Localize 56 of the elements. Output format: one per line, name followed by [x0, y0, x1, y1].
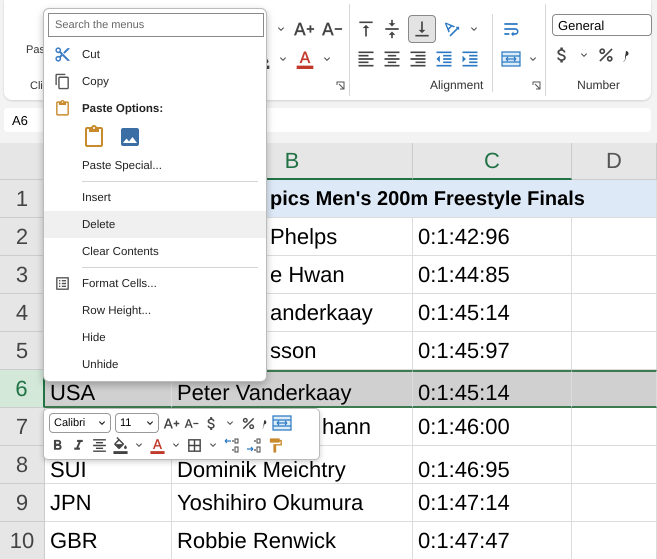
group-label: Cli	[30, 80, 43, 92]
search-field[interactable]: Search the menus	[48, 13, 264, 37]
paste-picture-icon[interactable]	[118, 125, 142, 149]
menu-item[interactable]: Copy	[44, 68, 266, 95]
table-cell: 0:1:46:95	[413, 446, 572, 484]
bottom-align-icon[interactable]	[408, 15, 436, 43]
table-cell: 0:1:46:00	[413, 408, 572, 446]
group-label: Alignment	[430, 78, 484, 92]
font-color-icon[interactable]	[149, 436, 166, 454]
row-header[interactable]: 2	[0, 218, 45, 256]
paste-icon[interactable]	[82, 125, 106, 149]
align-center-icon[interactable]	[382, 49, 402, 69]
table-cell: 0:1:44:85	[413, 256, 572, 294]
align-center-icon[interactable]	[91, 436, 108, 454]
row-header[interactable]: 7	[0, 408, 45, 446]
number-format-dropdown[interactable]: General	[552, 14, 652, 36]
fill-color-icon[interactable]	[112, 436, 129, 454]
dialog-launcher-icon[interactable]	[336, 81, 345, 90]
row-header[interactable]: 4	[0, 294, 45, 332]
table-cell: 0:1:47:14	[413, 484, 572, 522]
menu-item[interactable]: Cut	[44, 41, 266, 68]
table-cell: 0:1:45:14	[413, 370, 572, 408]
clipboard-icon	[54, 100, 71, 117]
row-header[interactable]: 6	[0, 370, 45, 408]
row-header[interactable]: 9	[0, 484, 45, 522]
table-cell: 0:1:45:97	[413, 332, 572, 370]
table-cell: 0:1:42:96	[413, 218, 572, 256]
table-cell: 0:1:45:14	[413, 294, 572, 332]
copy-icon	[54, 73, 71, 90]
decrease-decimal-icon[interactable]	[223, 437, 241, 453]
borders-icon[interactable]	[186, 436, 203, 454]
row-header[interactable]: 3	[0, 256, 45, 294]
align-left-icon[interactable]	[356, 49, 376, 69]
row-header[interactable]: 1	[0, 180, 45, 218]
row-header[interactable]: 8	[0, 446, 45, 484]
increase-decimal-icon[interactable]	[245, 437, 263, 453]
merge-cells-icon[interactable]	[501, 51, 521, 67]
table-cell: Yoshihiro Okumura	[172, 484, 413, 522]
row-header[interactable]: 5	[0, 332, 45, 370]
table-cell: JPN	[45, 484, 172, 522]
group-label: Number	[577, 78, 620, 92]
format-cells-icon	[54, 275, 71, 292]
align-right-icon[interactable]	[408, 49, 428, 69]
row-header[interactable]: 10	[0, 522, 45, 559]
decrease-indent-icon[interactable]	[434, 49, 454, 69]
font-dropdown[interactable]: Calibri	[49, 413, 111, 433]
column-header[interactable]: C	[413, 143, 572, 180]
menu-heading: Paste Options:	[44, 95, 266, 122]
dialog-launcher-icon[interactable]	[532, 81, 541, 90]
merge-cells-icon[interactable]	[272, 415, 292, 431]
font-size-dropdown[interactable]: 11	[115, 413, 159, 433]
font-color-icon[interactable]	[295, 49, 315, 69]
menu-item[interactable]: Delete	[44, 211, 266, 238]
scissors-icon	[54, 46, 71, 63]
column-header[interactable]: D	[572, 143, 657, 180]
increase-indent-icon[interactable]	[460, 49, 480, 69]
